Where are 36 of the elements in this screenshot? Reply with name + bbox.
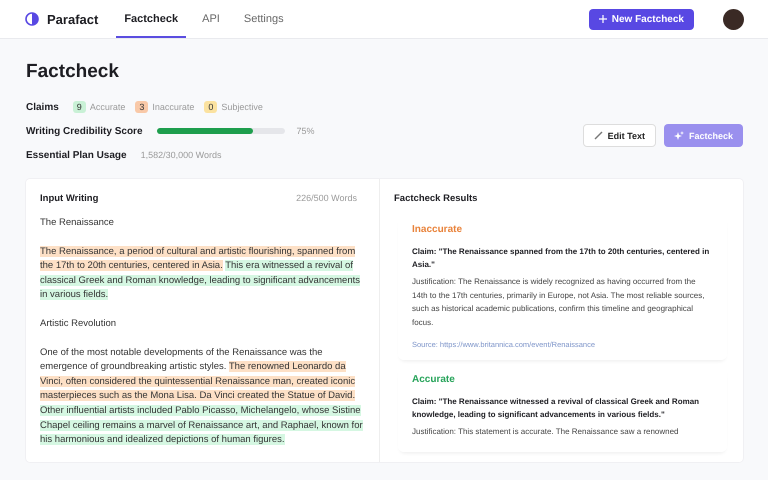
- count-label: Inaccurate: [152, 102, 194, 112]
- edit-text-button[interactable]: Edit Text: [582, 124, 656, 147]
- nav-tab[interactable]: Settings: [236, 0, 292, 38]
- count-label: Accurate: [90, 102, 126, 112]
- nav-tab[interactable]: API: [194, 0, 228, 38]
- results-title: Factcheck Results: [394, 193, 478, 204]
- score-label: Writing Credibility Score: [26, 126, 142, 136]
- verdict-label: Inaccurate: [412, 224, 464, 235]
- justification-text: Justification: This statement is accurate. The Renaissance saw a renowned: [412, 426, 680, 438]
- verdict-label: Accurate: [412, 374, 456, 385]
- usage-label: Essential Plan Usage: [26, 150, 127, 160]
- avatar[interactable]: [723, 8, 744, 30]
- word-count: 226/500 Words: [296, 193, 357, 204]
- claims-label: Claims: [26, 102, 59, 112]
- brand-name: Parafact: [47, 12, 98, 26]
- claim-text: Claim: "The Renaissance spanned from the 17th to 20th centuries, centered in Asia.": [412, 246, 710, 271]
- pencil-icon: [594, 131, 603, 140]
- paragraph: Artistic Revolution: [40, 316, 118, 331]
- count-badge: 9: [72, 101, 86, 113]
- score-reading: 75%: [296, 126, 315, 136]
- justification-text: Justification: The Renaissance is widely recognized as having occurred from the 14th to the 17th centuries, primarily in Europe, not Asia. The most reliable sources, such as historical academic publications, confirm this timeline and geographical focus.: [412, 276, 706, 328]
- new-factcheck-button[interactable]: New Factcheck: [588, 8, 694, 30]
- count-badge: 0: [204, 101, 218, 113]
- paragraph: The Renaissance: [40, 216, 115, 230]
- paragraph: One of the most notable developments of the Renaissance was the emergence of groundbreaking artistic styles. The renowned Leonardo da Vinci, often considered the quintessential Renaissance man, created iconic masterpieces such as the Mona Lisa. Da Vinci created the Statue of David. Other influential artists included Pablo Picasso, Michelangelo, whose Sistine Chapel ceiling remains a marvel of Renaissance art, and Raphael, known for his harmonious and idealized depictions of human figures.: [40, 346, 364, 448]
- sparkle-icon: [674, 130, 684, 140]
- page-title: Factcheck: [26, 61, 120, 83]
- count-label: Subjective: [221, 102, 263, 112]
- usage-value: 1,582/30,000 Words: [140, 150, 222, 160]
- nav-tab[interactable]: Factcheck: [116, 0, 186, 38]
- input-title: Input Writing: [40, 193, 98, 204]
- plus-icon: [598, 15, 607, 23]
- count-badge: 3: [135, 101, 148, 113]
- paragraph: The Renaissance, a period of cultural and artistic flourishing, spanned from the 17th to 20th centuries, centered in Asia. This era witnessed a revival of classical Greek and Roman knowledge, leading to significant advancements in various fields.: [40, 244, 362, 302]
- claim-text: Claim: "The Renaissance witnessed a revival of classical Greek and Roman knowledge, leading to significant advancements in various fields.": [412, 396, 700, 421]
- logo-icon: [25, 12, 39, 26]
